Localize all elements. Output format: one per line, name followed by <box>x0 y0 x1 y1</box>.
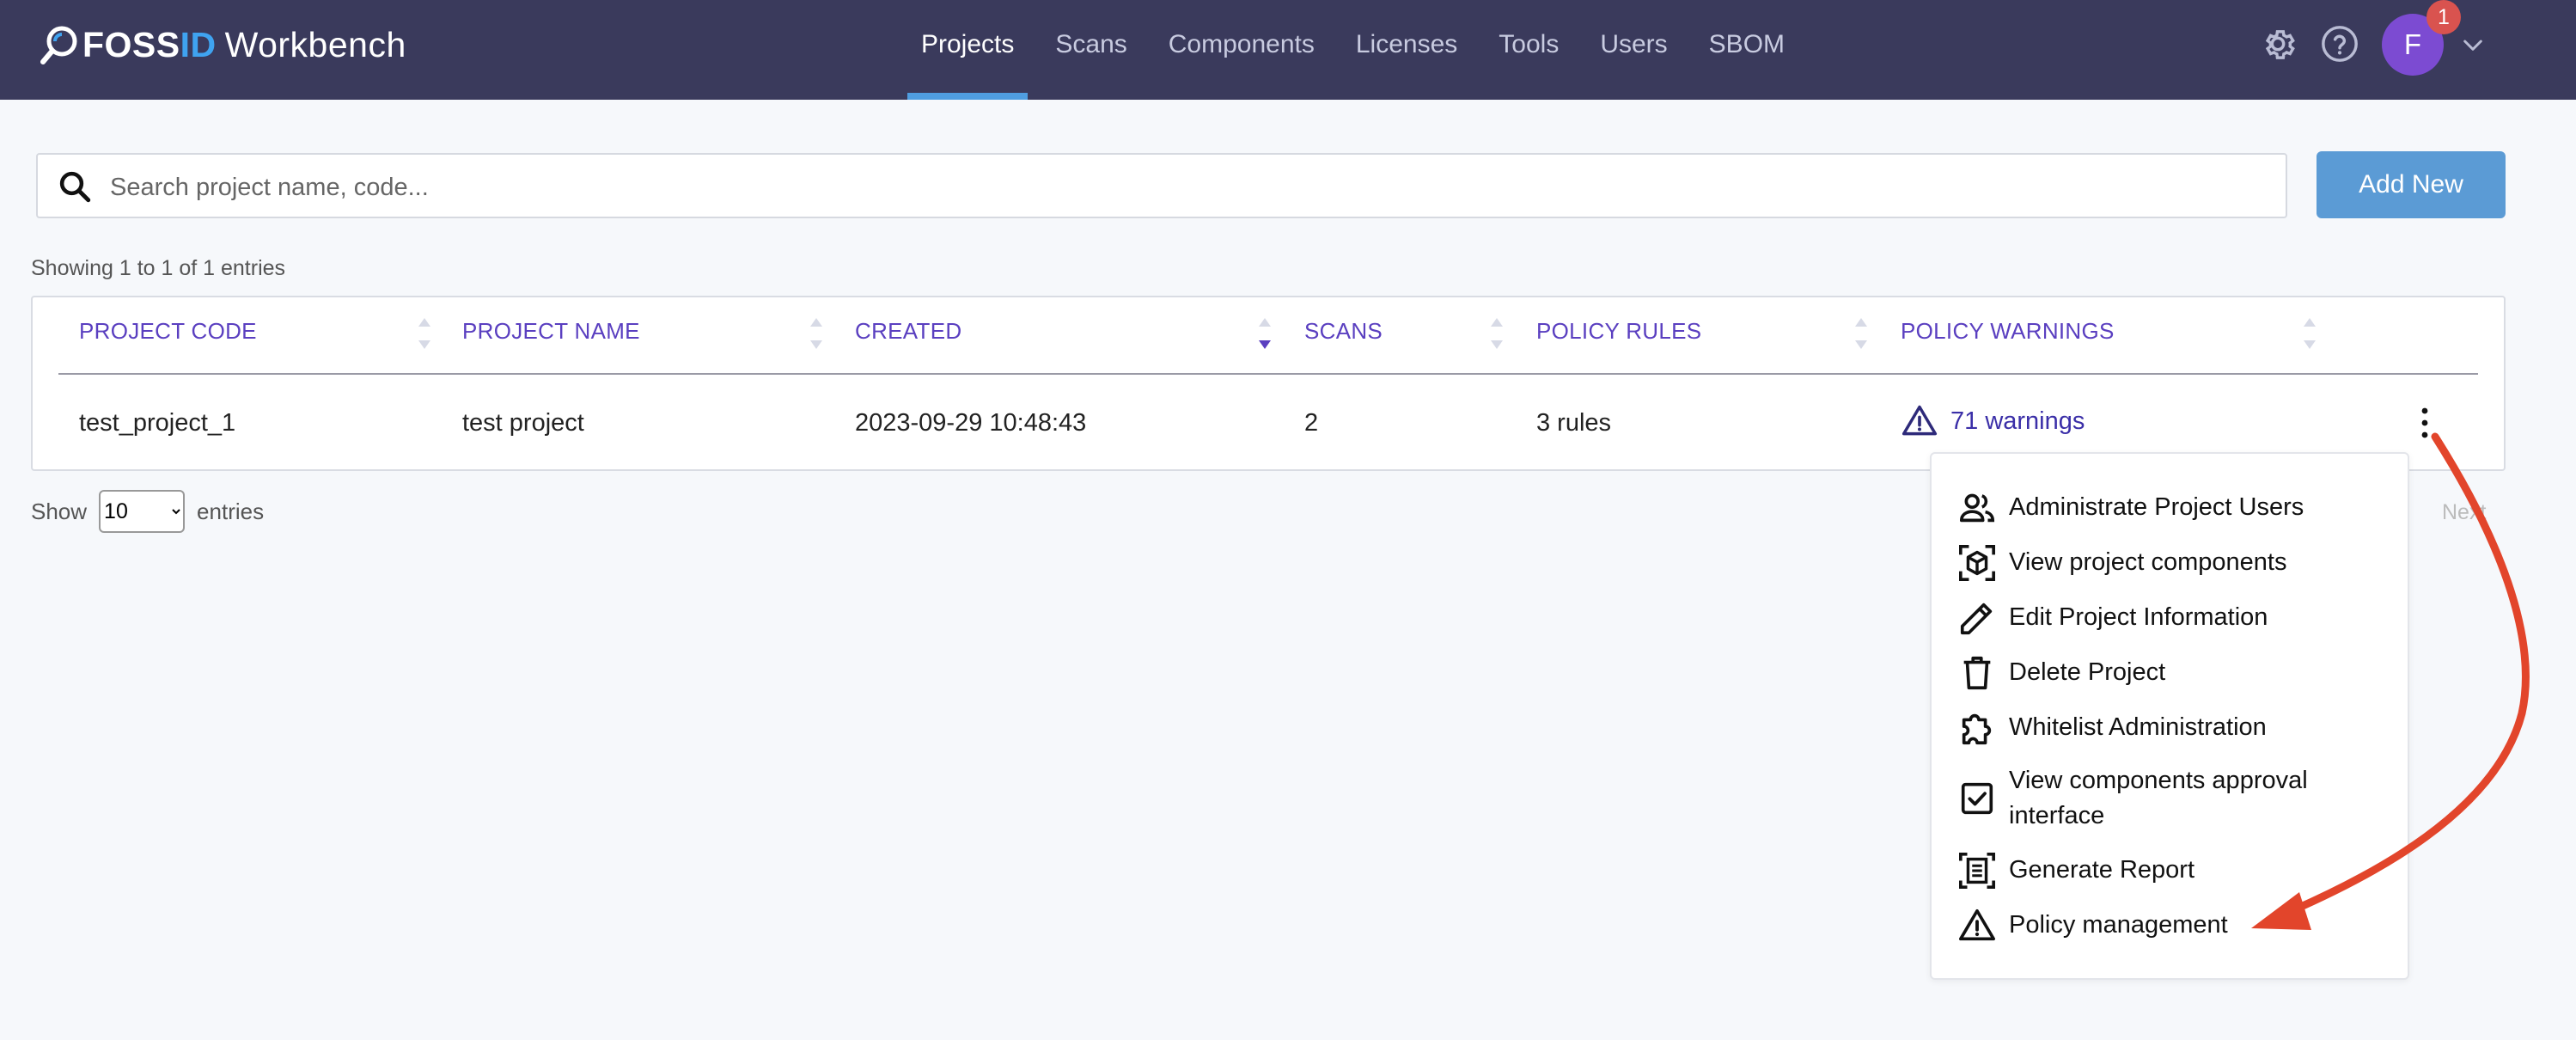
nav-projects[interactable]: Projects <box>907 0 1029 100</box>
sort-icon[interactable] <box>416 315 433 352</box>
menu-item-delete-project[interactable]: Delete Project <box>1957 653 2165 693</box>
sort-icon[interactable] <box>808 315 825 352</box>
show-label: Show <box>31 498 88 524</box>
nav-sbom[interactable]: SBOM <box>1695 0 1798 100</box>
nav-licenses[interactable]: Licenses <box>1342 0 1471 100</box>
puzzle-icon <box>1962 713 1992 745</box>
menu-item-label: View project components <box>2009 548 2287 576</box>
col-header-project-code[interactable]: PROJECT CODE <box>79 318 257 345</box>
menu-item-components-approval[interactable]: View components approval interface <box>1957 762 2308 834</box>
menu-item-label: Delete Project <box>2009 658 2166 686</box>
logo-text: FOSSID Workbench <box>82 24 406 64</box>
fossid-logo[interactable]: FOSSID Workbench <box>38 19 406 70</box>
col-header-scans[interactable]: SCANS <box>1304 318 1383 345</box>
menu-item-label: Edit Project Information <box>2009 603 2268 631</box>
search-box <box>36 153 2287 218</box>
menu-item-label: Policy management <box>2009 911 2228 939</box>
cube-icon <box>1959 545 1995 581</box>
nav-tools[interactable]: Tools <box>1485 0 1572 100</box>
search-input[interactable] <box>108 163 2260 211</box>
col-header-created[interactable]: CREATED <box>855 318 961 345</box>
cell-policy-warnings[interactable]: 71 warnings <box>1901 402 2085 440</box>
checkbox-icon <box>1961 782 1993 815</box>
add-new-button[interactable]: Add New <box>2317 151 2506 218</box>
menu-item-policy-management[interactable]: Policy management <box>1957 906 2228 945</box>
sort-icon[interactable] <box>1853 315 1870 352</box>
help-icon[interactable] <box>2320 24 2359 64</box>
menu-item-generate-report[interactable]: Generate Report <box>1957 851 2194 890</box>
menu-item-label: Administrate Project Users <box>2009 493 2304 521</box>
sort-icon[interactable] <box>2301 315 2318 352</box>
nav-scans[interactable]: Scans <box>1041 0 1140 100</box>
cell-project-code[interactable]: test_project_1 <box>79 409 235 437</box>
main-nav: Projects Scans Components Licenses Tools… <box>907 0 1812 100</box>
next-page-button[interactable]: Next <box>2442 500 2486 525</box>
menu-item-edit-project[interactable]: Edit Project Information <box>1957 598 2268 638</box>
cell-project-name[interactable]: test project <box>462 409 584 437</box>
users-icon <box>1959 493 1995 523</box>
menu-item-whitelist-admin[interactable]: Whitelist Administration <box>1957 708 2267 748</box>
menu-item-label: View components approval interface <box>2009 767 2308 829</box>
entries-label: entries <box>197 498 265 524</box>
top-navbar: FOSSID Workbench Projects Scans Component… <box>0 0 2576 100</box>
menu-item-administrate-users[interactable]: Administrate Project Users <box>1957 488 2304 528</box>
cell-created: 2023-09-29 10:48:43 <box>855 409 1087 437</box>
menu-item-label: Whitelist Administration <box>2009 713 2267 741</box>
col-header-policy-warnings[interactable]: POLICY WARNINGS <box>1901 318 2115 345</box>
col-header-policy-rules[interactable]: POLICY RULES <box>1536 318 1701 345</box>
logo-magnifier-icon <box>40 26 77 64</box>
showing-entries-text: Showing 1 to 1 of 1 entries <box>31 256 286 280</box>
trash-icon <box>1963 656 1991 690</box>
gear-icon[interactable] <box>2258 24 2298 64</box>
cell-scans: 2 <box>1304 409 1319 437</box>
nav-users[interactable]: Users <box>1586 0 1681 100</box>
warnings-link[interactable]: 71 warnings <box>1950 407 2085 436</box>
search-icon <box>59 171 91 203</box>
report-icon <box>1959 853 1995 889</box>
sort-desc-icon[interactable] <box>1256 315 1273 352</box>
menu-item-view-components[interactable]: View project components <box>1957 543 2286 583</box>
cell-policy-rules: 3 rules <box>1536 409 1612 437</box>
warning-icon <box>1901 405 1938 436</box>
menu-item-label: Generate Report <box>2009 856 2195 884</box>
col-header-project-name[interactable]: PROJECT NAME <box>462 318 640 345</box>
notification-badge: 1 <box>2426 0 2461 34</box>
table-header-divider <box>58 373 2478 375</box>
sort-icon[interactable] <box>1488 315 1505 352</box>
page-size-control: Show 10 entries <box>31 490 264 533</box>
row-actions-kebab-icon[interactable] <box>2416 406 2433 440</box>
pencil-icon <box>1960 603 1993 635</box>
nav-components[interactable]: Components <box>1155 0 1328 100</box>
page-size-select[interactable]: 10 <box>99 490 186 533</box>
warning-icon <box>1959 908 1995 941</box>
chevron-down-icon[interactable] <box>2459 31 2487 58</box>
